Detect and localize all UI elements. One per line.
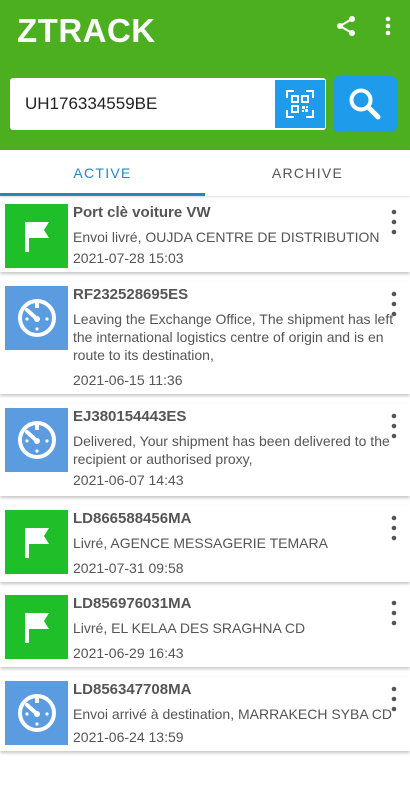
shipment-description: Delivered, Your shipment has been delive… <box>73 433 390 467</box>
shipment-card[interactable]: LD856976031MA Livré, EL KELAA DES SRAGHNA… <box>0 591 410 667</box>
shipment-description: Envoi arrivé à destination, MARRAKECH SY… <box>73 706 393 722</box>
shipment-date: 2021-07-28 15:03 <box>73 250 184 266</box>
tab-bar: ACTIVE ARCHIVE <box>0 150 410 196</box>
shipment-description: Livré, EL KELAA DES SRAGHNA CD <box>73 620 306 636</box>
shipment-card[interactable]: LD866588456MA Livré, AGENCE MESSAGERIE TE… <box>0 506 410 582</box>
tracking-number-input[interactable] <box>10 78 272 130</box>
shipment-title: RF232528695ES <box>73 286 189 303</box>
shipment-card[interactable]: LD856347708MA Envoi arrivé à destination,… <box>0 677 410 751</box>
app-bar: ZTRACK <box>0 0 410 150</box>
tab-indicator <box>0 193 205 196</box>
shipment-title: LD856347708MA <box>73 681 192 698</box>
shipment-description: Leaving the Exchange Office, The shipmen… <box>73 311 394 363</box>
shipment-date: 2021-06-29 16:43 <box>73 645 184 661</box>
flag-icon <box>5 204 68 268</box>
shipment-description: Livré, AGENCE MESSAGERIE TEMARA <box>73 535 328 551</box>
tab-archive[interactable]: ARCHIVE <box>205 150 410 196</box>
shipment-date: 2021-06-15 11:36 <box>73 372 183 388</box>
card-more-vert-icon[interactable] <box>386 685 402 713</box>
timer-icon <box>5 408 68 472</box>
search-icon <box>349 88 381 120</box>
shipment-date: 2021-06-24 13:59 <box>73 729 184 745</box>
card-more-vert-icon[interactable] <box>386 412 402 440</box>
shipment-date: 2021-06-07 14:43 <box>73 472 184 488</box>
tab-active[interactable]: ACTIVE <box>0 150 205 196</box>
shipment-card[interactable]: EJ380154443ES Delivered, Your shipment ha… <box>0 404 410 496</box>
timer-icon <box>5 286 68 350</box>
card-more-vert-icon[interactable] <box>386 290 402 318</box>
app-title: ZTRACK <box>17 12 156 49</box>
shipment-card[interactable]: Port clè voiture VW Envoi livré, OUJDA CE… <box>0 200 410 272</box>
search-box <box>10 78 326 130</box>
flag-icon <box>5 510 68 574</box>
card-more-vert-icon[interactable] <box>386 208 402 236</box>
shipment-card[interactable]: RF232528695ES Leaving the Exchange Office… <box>0 282 410 394</box>
card-more-vert-icon[interactable] <box>386 599 402 627</box>
shipment-title: LD856976031MA <box>73 595 192 612</box>
shipment-title: Port clè voiture VW <box>73 204 211 221</box>
shipment-title: EJ380154443ES <box>73 408 187 425</box>
shipment-title: LD866588456MA <box>73 510 192 527</box>
more-vert-icon[interactable] <box>378 14 398 38</box>
share-icon[interactable] <box>334 14 358 38</box>
shipment-date: 2021-07-31 09:58 <box>73 560 184 576</box>
flag-icon <box>5 595 68 659</box>
card-more-vert-icon[interactable] <box>386 514 402 542</box>
timer-icon <box>5 681 68 745</box>
qr-scan-icon <box>286 90 314 118</box>
search-button[interactable] <box>333 76 397 132</box>
shipment-description: Envoi livré, OUJDA CENTRE DE DISTRIBUTIO… <box>73 229 380 245</box>
qr-scan-button[interactable] <box>275 80 325 128</box>
